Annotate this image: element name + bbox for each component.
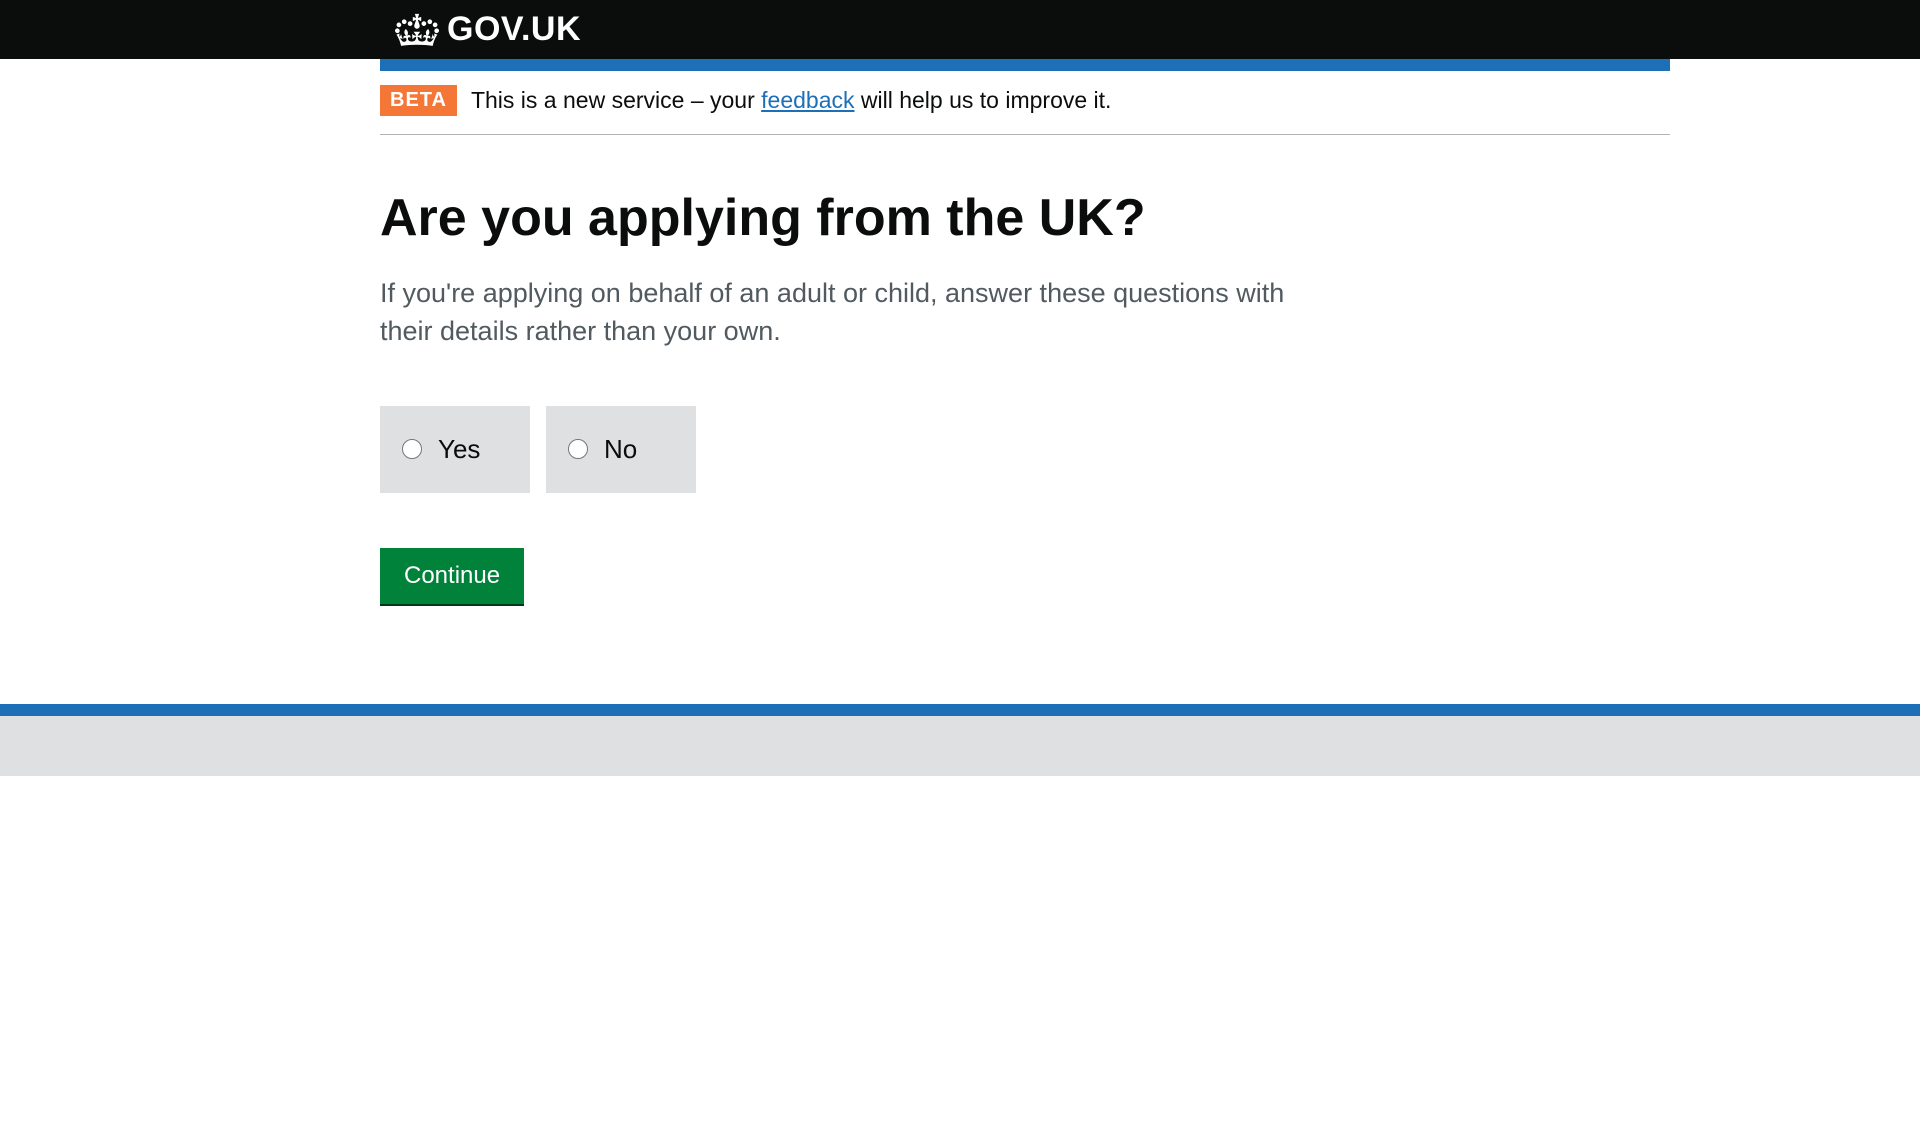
phase-banner: BETA This is a new service – your feedba… <box>380 71 1670 135</box>
site-name[interactable]: GOV.UK <box>447 10 581 49</box>
radio-input-no[interactable] <box>568 439 588 459</box>
footer-blue-bar <box>0 704 1920 716</box>
radio-option-yes[interactable]: Yes <box>380 406 530 493</box>
feedback-link[interactable]: feedback <box>761 87 854 113</box>
radio-option-no[interactable]: No <box>546 406 696 493</box>
radio-label-yes: Yes <box>438 434 480 465</box>
phase-text-before: This is a new service – your <box>471 87 761 113</box>
phase-banner-text: This is a new service – your feedback wi… <box>471 87 1111 114</box>
question-heading: Are you applying from the UK? <box>380 190 1655 247</box>
radio-label-no: No <box>604 434 637 465</box>
beta-tag: BETA <box>380 85 457 116</box>
hint-text: If you're applying on behalf of an adult… <box>380 275 1300 351</box>
footer-grey-area <box>0 716 1920 776</box>
continue-button[interactable]: Continue <box>380 548 524 604</box>
radio-group: Yes No <box>380 406 1655 493</box>
header-blue-bar <box>380 59 1670 71</box>
radio-input-yes[interactable] <box>402 439 422 459</box>
phase-text-after: will help us to improve it. <box>855 87 1112 113</box>
site-header: GOV.UK <box>0 0 1920 59</box>
crown-icon <box>395 12 439 48</box>
main-content: Are you applying from the UK? If you're … <box>380 135 1670 704</box>
